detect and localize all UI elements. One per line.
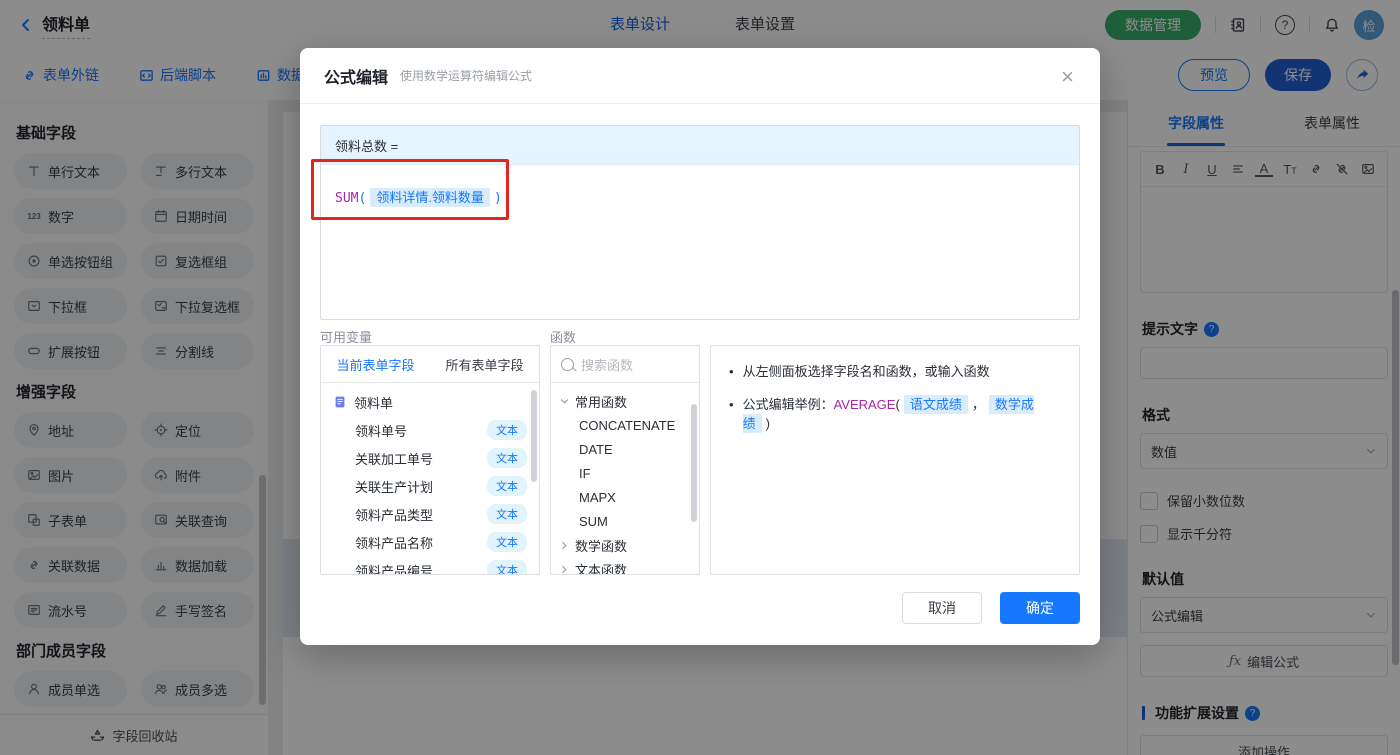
variable-row[interactable]: 领料单号 文本 xyxy=(321,416,539,444)
form-doc-icon xyxy=(333,395,347,409)
field-type-badge: 文本 xyxy=(487,476,527,496)
variables-section-label: 可用变量 xyxy=(320,330,373,345)
help-line-2: • 公式编辑举例：AVERAGE(语文成绩，数学成绩) xyxy=(729,394,1034,433)
variables-tree-root[interactable]: 领料单 xyxy=(321,388,539,416)
function-item[interactable]: SUM xyxy=(551,509,699,533)
tab-current-form-fields[interactable]: 当前表单字段 xyxy=(321,355,430,374)
field-type-badge: 文本 xyxy=(487,420,527,440)
functions-scrollbar[interactable] xyxy=(691,404,697,522)
formula-result-label: 领料总数 = xyxy=(321,126,1079,165)
close-icon[interactable]: × xyxy=(1057,62,1078,92)
help-panel: • 从左侧面板选择字段名和函数，或输入函数 • 公式编辑举例：AVERAGE(语… xyxy=(710,345,1080,575)
cancel-button[interactable]: 取消 xyxy=(902,592,982,624)
function-item[interactable]: CONCATENATE xyxy=(551,413,699,437)
help-line-1: • 从左侧面板选择字段名和函数，或输入函数 xyxy=(729,364,990,379)
function-group-text[interactable]: 文本函数 xyxy=(551,557,699,575)
root-label: 领料单 xyxy=(354,395,394,411)
field-type-badge: 文本 xyxy=(487,448,527,468)
variable-row[interactable]: 领料产品类型 文本 xyxy=(321,500,539,528)
example-function-name: AVERAGE xyxy=(833,396,896,412)
variable-row[interactable]: 领料产品名称 文本 xyxy=(321,528,539,556)
chevron-right-icon xyxy=(559,564,570,575)
formula-field-chip[interactable]: 领料详情.领料数量 xyxy=(370,188,490,207)
function-item[interactable]: DATE xyxy=(551,437,699,461)
variable-row[interactable]: 关联加工单号 文本 xyxy=(321,444,539,472)
formula-editor[interactable]: 领料总数 = SUM(领料详情.领料数量) xyxy=(320,125,1080,320)
variables-panel: 当前表单字段 所有表单字段 领料单 领料单号 文本 关联加工单号 文本 关联生产计划… xyxy=(320,345,540,575)
dialog-title: 公式编辑 xyxy=(324,69,389,87)
variables-scrollbar[interactable] xyxy=(531,390,537,482)
formula-expression[interactable]: SUM(领料详情.领料数量) xyxy=(321,165,1079,228)
function-group-common[interactable]: 常用函数 xyxy=(551,389,699,413)
field-type-badge: 文本 xyxy=(487,560,527,574)
tab-all-form-fields[interactable]: 所有表单字段 xyxy=(430,355,539,374)
dialog-subtitle: 使用数学运算符编辑公式 xyxy=(400,69,533,83)
functions-panel: 搜索函数 常用函数 CONCATENATE DATE IF MAPX SUM 数… xyxy=(550,345,700,575)
formula-edit-dialog: 公式编辑 使用数学运算符编辑公式 × 领料总数 = SUM(领料详情.领料数量)… xyxy=(300,48,1100,645)
confirm-button[interactable]: 确定 xyxy=(1000,592,1080,624)
function-item[interactable]: IF xyxy=(551,461,699,485)
example-field-chip: 语文成绩 xyxy=(903,394,968,414)
variable-row[interactable]: 领料产品编号 文本 xyxy=(321,556,539,574)
formula-function-name: SUM xyxy=(335,191,359,206)
function-item[interactable]: MAPX xyxy=(551,485,699,509)
variable-row[interactable]: 关联生产计划 文本 xyxy=(321,472,539,500)
functions-section-label: 函数 xyxy=(550,330,577,345)
function-group-math[interactable]: 数学函数 xyxy=(551,533,699,557)
chevron-right-icon xyxy=(559,540,570,551)
field-type-badge: 文本 xyxy=(487,532,527,552)
function-search[interactable]: 搜索函数 xyxy=(551,346,699,383)
search-icon xyxy=(561,357,574,371)
search-placeholder: 搜索函数 xyxy=(581,357,634,373)
field-type-badge: 文本 xyxy=(487,504,527,524)
chevron-down-icon xyxy=(559,396,570,407)
